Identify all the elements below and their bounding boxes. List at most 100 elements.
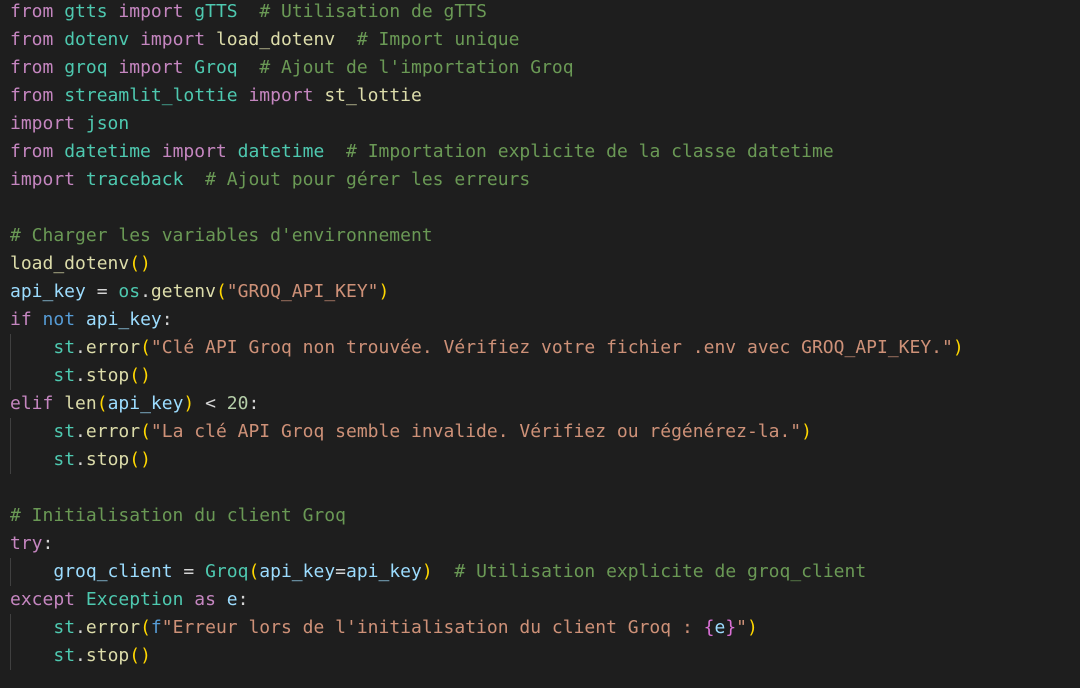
code-line[interactable]: from groq import Groq # Ajout de l'impor… <box>10 54 574 82</box>
code-line[interactable]: st.error("Clé API Groq non trouvée. Véri… <box>10 334 964 362</box>
code-line[interactable] <box>10 474 21 502</box>
code-token: datetime <box>64 141 151 162</box>
code-token: import <box>118 57 184 78</box>
code-token: 20 <box>226 393 249 414</box>
code-token: datetime <box>237 141 325 162</box>
code-token: ) <box>421 561 433 582</box>
code-line[interactable]: load_dotenv() <box>10 250 151 278</box>
code-token: stop <box>85 365 130 386</box>
code-token: from <box>10 85 54 106</box>
code-token: ) <box>183 393 195 414</box>
code-token: import <box>140 29 206 50</box>
code-token: st <box>53 617 76 638</box>
code-line[interactable]: # Initialisation du client Groq <box>10 502 346 530</box>
code-token: : <box>161 309 173 330</box>
code-line[interactable]: from datetime import datetime # Importat… <box>10 138 834 166</box>
code-token: ) <box>952 337 964 358</box>
code-token: error <box>85 617 141 638</box>
code-line[interactable]: except Exception as e: <box>10 586 248 614</box>
code-token: stop <box>85 645 130 666</box>
code-token: load_dotenv <box>10 253 130 274</box>
code-token: load_dotenv <box>215 29 336 50</box>
code-token: } <box>725 617 737 638</box>
code-line[interactable]: st.stop() <box>10 446 151 474</box>
code-token: # Utilisation explicite de groq_client <box>454 561 867 582</box>
code-token: from <box>10 1 54 22</box>
code-token: "La clé API Groq semble invalide. Vérifi… <box>150 421 802 442</box>
code-editor[interactable]: from gtts import gTTS # Utilisation de g… <box>0 0 1080 688</box>
code-token: ( <box>140 337 151 358</box>
code-token: elif <box>10 393 54 414</box>
code-token: st_lottie <box>324 85 422 106</box>
code-token: error <box>85 337 141 358</box>
code-token: import <box>161 141 227 162</box>
code-token: except <box>10 589 76 610</box>
code-token: len <box>64 393 97 414</box>
code-token: Groq <box>194 57 238 78</box>
code-token: dotenv <box>64 29 130 50</box>
code-token: st <box>53 645 76 666</box>
code-token: = <box>85 281 119 302</box>
code-line[interactable]: st.stop() <box>10 642 151 670</box>
code-token: ( <box>140 421 151 442</box>
code-token: "Clé API Groq non trouvée. Vérifiez votr… <box>150 337 953 358</box>
code-token: not <box>42 309 76 330</box>
code-token: "GROQ_API_KEY" <box>226 281 379 302</box>
code-token: () <box>129 253 151 274</box>
code-token: # Ajout pour gérer les erreurs <box>205 169 531 190</box>
code-line[interactable]: api_key = os.getenv("GROQ_API_KEY") <box>10 278 389 306</box>
code-line[interactable]: elif len(api_key) < 20: <box>10 390 259 418</box>
code-line[interactable]: from dotenv import load_dotenv # Import … <box>10 26 519 54</box>
code-line[interactable]: import traceback # Ajout pour gérer les … <box>10 166 530 194</box>
code-line[interactable]: from gtts import gTTS # Utilisation de g… <box>10 0 487 26</box>
code-token: . <box>75 645 86 666</box>
code-token: : <box>42 533 54 554</box>
code-token: gtts <box>64 1 108 22</box>
code-token: st <box>53 421 76 442</box>
code-line[interactable] <box>10 194 21 222</box>
code-line[interactable]: groq_client = Groq(api_key=api_key) # Ut… <box>10 558 866 586</box>
code-token: from <box>10 141 54 162</box>
code-token: = <box>335 561 346 582</box>
code-line[interactable]: st.stop() <box>10 362 151 390</box>
code-token: st <box>53 365 76 386</box>
code-token: streamlit_lottie <box>64 85 238 106</box>
code-line[interactable]: # Charger les variables d'environnement <box>10 222 433 250</box>
code-line[interactable]: import json <box>10 110 129 138</box>
code-token: st <box>53 449 76 470</box>
code-token: try <box>10 533 43 554</box>
code-token: error <box>85 421 141 442</box>
code-line[interactable]: if not api_key: <box>10 306 173 334</box>
code-line[interactable]: from streamlit_lottie import st_lottie <box>10 82 422 110</box>
code-line[interactable]: try: <box>10 530 53 558</box>
code-token: () <box>129 449 151 470</box>
code-token: import <box>10 113 76 134</box>
code-token: os <box>118 281 141 302</box>
code-token: . <box>75 421 86 442</box>
code-token: () <box>129 365 151 386</box>
code-token: import <box>248 85 314 106</box>
code-line[interactable]: st.error(f"Erreur lors de l'initialisati… <box>10 614 757 642</box>
code-line[interactable]: st.error("La clé API Groq semble invalid… <box>10 418 812 446</box>
